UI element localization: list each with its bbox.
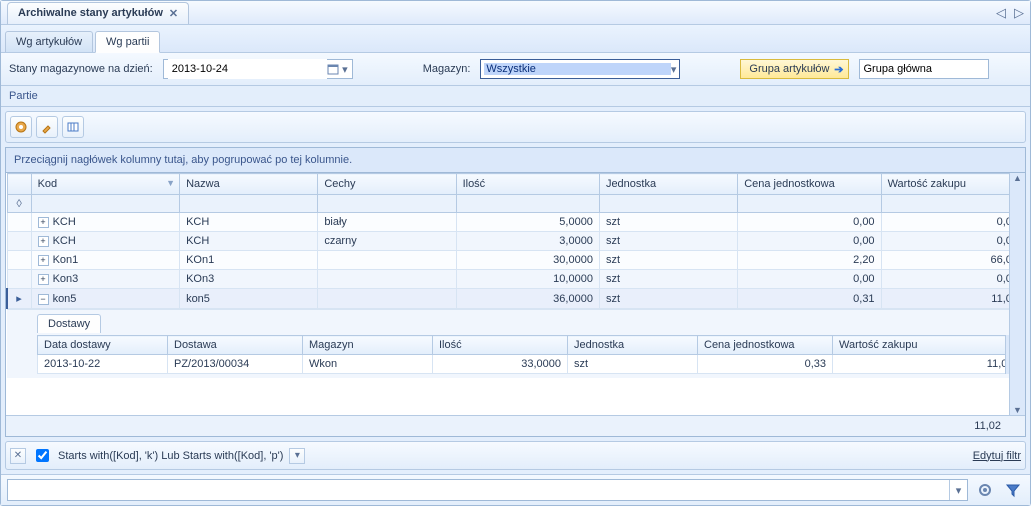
gear-icon[interactable]: [974, 479, 996, 501]
chevron-down-icon[interactable]: ▾: [342, 63, 348, 76]
table-row[interactable]: +KCH KCH czarny 3,0000 szt 0,00 0,00: [7, 232, 1025, 251]
window-title: Archiwalne stany artykułów: [18, 7, 163, 19]
table-row[interactable]: ▸ −kon5 kon5 36,0000 szt 0,31 11,02: [7, 289, 1025, 309]
funnel-icon[interactable]: [1002, 479, 1024, 501]
autofilter-icon: ◊: [7, 195, 31, 213]
tab-wg-partii[interactable]: Wg partii: [95, 31, 160, 53]
filter-history-dropdown[interactable]: ▾: [289, 448, 305, 464]
magazyn-label: Magazyn:: [423, 63, 471, 75]
detail-grid: Data dostawy Dostawa Magazyn Ilość Jedno…: [37, 335, 1021, 374]
gear-icon[interactable]: [10, 116, 32, 138]
panel-title: Partie: [1, 86, 1030, 107]
calendar-icon[interactable]: [327, 63, 339, 75]
columns-icon[interactable]: [62, 116, 84, 138]
col-ilosc[interactable]: Ilość: [456, 174, 599, 195]
detail-row[interactable]: 2013-10-22 PZ/2013/00034 Wkon 33,0000 sz…: [38, 355, 1021, 374]
dcol-wartosc[interactable]: Wartość zakupu: [833, 336, 1021, 355]
table-row[interactable]: +Kon1 KOn1 30,0000 szt 2,20 66,00: [7, 251, 1025, 270]
col-kod[interactable]: Kod▼: [31, 174, 180, 195]
expand-icon[interactable]: +: [38, 236, 49, 247]
filter-enabled-checkbox[interactable]: [32, 446, 52, 465]
edit-filter-link[interactable]: Edytuj filtr: [973, 450, 1021, 462]
magazyn-select[interactable]: Wszystkie ▾: [480, 59, 680, 79]
date-input[interactable]: [168, 59, 327, 79]
window-tab[interactable]: Archiwalne stany artykułów ✕: [7, 2, 189, 24]
clear-filter-button[interactable]: ✕: [10, 448, 26, 464]
dcol-jednostka[interactable]: Jednostka: [568, 336, 698, 355]
date-field[interactable]: ▾: [163, 59, 353, 79]
dcol-magazyn[interactable]: Magazyn: [303, 336, 433, 355]
wrench-icon[interactable]: [36, 116, 58, 138]
col-cechy[interactable]: Cechy: [318, 174, 456, 195]
collapse-icon[interactable]: −: [38, 294, 49, 305]
tab-dostawy[interactable]: Dostawy: [37, 314, 101, 333]
col-cena[interactable]: Cena jednostkowa: [738, 174, 881, 195]
nav-prev-icon[interactable]: ◁: [996, 5, 1006, 21]
expand-icon[interactable]: +: [38, 217, 49, 228]
row-indicator-header: [7, 174, 31, 195]
grupa-field[interactable]: [859, 59, 989, 79]
detail-band: Dostawy Data dostawy Dostawa Magazyn: [7, 309, 1025, 378]
expand-icon[interactable]: +: [38, 274, 49, 285]
col-jednostka[interactable]: Jednostka: [599, 174, 737, 195]
dcol-dostawa[interactable]: Dostawa: [168, 336, 303, 355]
filter-icon[interactable]: ▼: [166, 178, 175, 188]
date-label: Stany magazynowe na dzień:: [9, 63, 153, 75]
autofilter-row[interactable]: ◊: [7, 195, 1025, 213]
dcol-data[interactable]: Data dostawy: [38, 336, 168, 355]
search-input[interactable]: [8, 480, 949, 500]
grupa-artykulow-button[interactable]: Grupa artykułów ➔: [740, 59, 848, 79]
dcol-cena[interactable]: Cena jednostkowa: [698, 336, 833, 355]
filter-bar: ✕ Starts with([Kod], 'k') Lub Starts wit…: [5, 441, 1026, 470]
tab-wg-artykulow[interactable]: Wg artykułów: [5, 31, 93, 52]
arrow-right-icon: ➔: [834, 63, 843, 76]
filter-expression: Starts with([Kod], 'k') Lub Starts with(…: [58, 450, 283, 462]
nav-next-icon[interactable]: ▷: [1014, 5, 1024, 21]
chevron-down-icon[interactable]: ▾: [949, 480, 967, 500]
main-grid: Kod▼ Nazwa Cechy Ilość Jednostka Cena je…: [6, 173, 1025, 378]
table-row[interactable]: +KCH KCH biały 5,0000 szt 0,00 0,00: [7, 213, 1025, 232]
dcol-ilosc[interactable]: Ilość: [433, 336, 568, 355]
chevron-down-icon[interactable]: ▾: [671, 63, 677, 76]
totals-row: 11,02: [6, 415, 1025, 436]
col-nazwa[interactable]: Nazwa: [180, 174, 318, 195]
col-wartosc[interactable]: Wartość zakupu: [881, 174, 1024, 195]
group-by-hint[interactable]: Przeciągnij nagłówek kolumny tutaj, aby …: [6, 148, 1025, 173]
close-icon[interactable]: ✕: [169, 7, 178, 20]
total-wartosc: 11,02: [974, 420, 1001, 432]
search-field[interactable]: ▾: [7, 479, 968, 501]
table-row[interactable]: +Kon3 KOn3 10,0000 szt 0,00 0,00: [7, 270, 1025, 289]
grid-scrollbar[interactable]: ▲▼: [1009, 173, 1025, 415]
expand-icon[interactable]: +: [38, 255, 49, 266]
magazyn-value: Wszystkie: [484, 63, 670, 75]
row-pointer-icon: ▸: [14, 292, 24, 305]
